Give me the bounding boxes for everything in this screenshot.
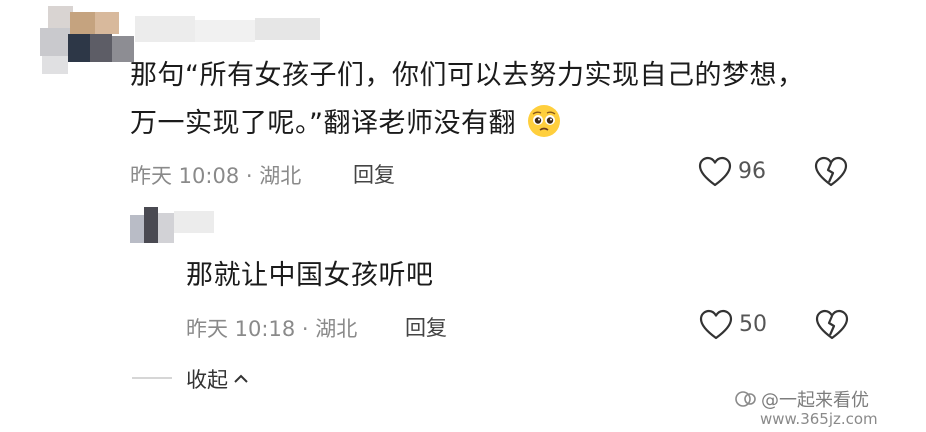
username[interactable] [135,16,320,42]
comment-text-line-1: 那句“所有女孩子们，你们可以去努力实现自己的梦想， [130,60,805,91]
broken-heart-icon[interactable] [815,309,849,341]
comment-text: 万一实现了呢。”翻译老师没有翻 [130,108,516,139]
reply-location: 湖北 [315,317,358,341]
meta-separator: · [301,317,309,341]
avatar[interactable] [130,207,214,249]
watermark-url: www.365jz.com [760,410,878,428]
comment-meta: 昨天 10:08 · 湖北 [130,160,301,190]
like-count: 50 [739,312,767,337]
watermark-text: @一起来看优 [761,390,869,411]
avatar[interactable] [40,6,135,76]
reply-button[interactable]: 回复 [353,159,395,189]
heart-outline-icon[interactable] [698,156,732,188]
pleading-face-emoji-icon [527,104,561,138]
like-count: 96 [738,159,766,184]
collapse-button[interactable]: 收起 [186,364,248,394]
comment-time: 昨天 10:08 [130,164,240,188]
reply-time: 昨天 10:18 [186,317,296,341]
collapse-label: 收起 [186,368,228,392]
reply-text: 那就让中国女孩听吧 [186,260,434,291]
collapse-divider [132,377,172,379]
chevron-up-icon [234,374,248,384]
meta-separator: · [245,164,253,188]
reply-button[interactable]: 回复 [405,312,447,342]
comment-text-line-2: 万一实现了呢。”翻译老师没有翻 [130,100,561,148]
heart-outline-icon[interactable] [699,309,733,341]
broken-heart-icon[interactable] [814,156,848,188]
watermark: @一起来看优 [735,386,869,412]
comment-location: 湖北 [259,164,302,188]
watermark-logo-icon [735,389,757,409]
reply-meta: 昨天 10:18 · 湖北 [186,313,357,343]
